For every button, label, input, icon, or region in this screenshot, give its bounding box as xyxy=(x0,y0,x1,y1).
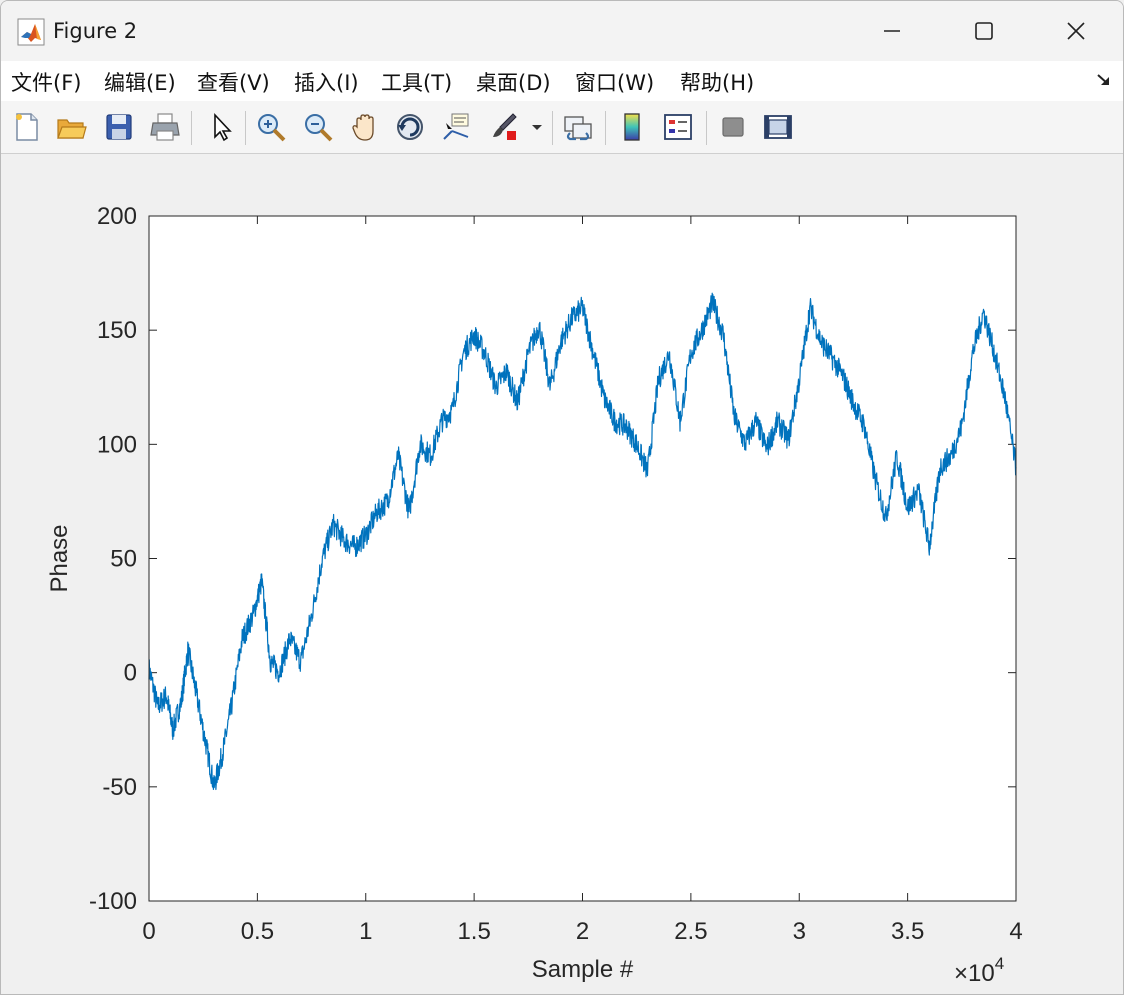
menu-insert[interactable]: 插入(I) xyxy=(294,67,359,97)
insert-legend-button[interactable] xyxy=(660,109,696,145)
print-icon xyxy=(150,113,180,141)
link-plot-button[interactable] xyxy=(560,109,596,145)
exponent-base: ×10 xyxy=(954,960,995,987)
dock-arrow-icon[interactable] xyxy=(1095,71,1113,89)
figure-toolbar xyxy=(1,101,1123,154)
x-tick-label: 0 xyxy=(142,918,155,945)
menu-file[interactable]: 文件(F) xyxy=(11,67,81,97)
x-tick-label: 2.5 xyxy=(674,918,707,945)
title-bar[interactable]: Figure 2 xyxy=(1,1,1123,61)
maximize-button[interactable] xyxy=(938,1,1030,61)
menu-view[interactable]: 查看(V) xyxy=(197,67,270,97)
brush-dropdown-button[interactable] xyxy=(527,109,547,145)
brush-dropdown-icon xyxy=(532,125,542,130)
y-tick-label: 50 xyxy=(110,546,137,573)
y-tick-label: -50 xyxy=(102,774,137,801)
pan-hand-icon xyxy=(352,114,374,141)
data-cursor-icon xyxy=(443,113,469,140)
show-plot-tools-icon xyxy=(764,115,792,139)
toolbar-separator xyxy=(191,111,192,145)
menu-bar: 文件(F) 编辑(E) 查看(V) 插入(I) 工具(T) 桌面(D) 窗口(W… xyxy=(1,61,1123,102)
line-chart[interactable]: 0 0.5 1 1.5 2 2.5 3 3.5 4 -100 -50 0 50 100 150 200 Sam… xyxy=(1,154,1123,994)
axes-background[interactable] xyxy=(149,216,1016,901)
exponent-power: 4 xyxy=(995,954,1004,973)
edit-plot-button[interactable] xyxy=(203,109,239,145)
show-plot-tools-button[interactable] xyxy=(760,109,796,145)
open-folder-icon xyxy=(57,119,87,139)
zoom-out-icon xyxy=(305,114,333,142)
x-tick-label: 1.5 xyxy=(457,918,490,945)
y-tick-label: 100 xyxy=(97,431,137,458)
link-plot-icon xyxy=(564,116,592,141)
window-title: Figure 2 xyxy=(53,19,138,43)
zoom-in-button[interactable] xyxy=(253,109,289,145)
toolbar-separator xyxy=(245,111,246,145)
x-tick-label: 4 xyxy=(1009,918,1022,945)
y-tick-label: 200 xyxy=(97,203,137,230)
menu-tools[interactable]: 工具(T) xyxy=(381,67,452,97)
zoom-in-icon xyxy=(258,114,286,142)
x-tick-label: 2 xyxy=(576,918,589,945)
hide-plot-tools-icon xyxy=(722,117,744,137)
rotate-3d-icon xyxy=(397,114,423,140)
pan-button[interactable] xyxy=(347,109,383,145)
figure-window: Figure 2 文件(F) 编辑(E) 查看(V) 插入(I) 工具(T) 桌… xyxy=(0,0,1124,995)
save-icon xyxy=(106,114,132,140)
legend-icon xyxy=(664,114,692,140)
menu-window[interactable]: 窗口(W) xyxy=(575,67,654,97)
x-axis-exponent-label: ×104 xyxy=(954,954,1004,987)
y-tick-label: -100 xyxy=(89,888,137,915)
y-tick-label: 0 xyxy=(124,660,137,687)
toolbar-separator xyxy=(552,111,553,145)
close-icon xyxy=(1067,22,1085,40)
zoom-out-button[interactable] xyxy=(300,109,336,145)
y-tick-label: 150 xyxy=(97,317,137,344)
new-figure-button[interactable] xyxy=(9,109,45,145)
data-cursor-button[interactable] xyxy=(438,109,474,145)
x-tick-label: 3 xyxy=(793,918,806,945)
new-figure-icon xyxy=(16,113,38,141)
open-file-button[interactable] xyxy=(53,109,89,145)
plot-area: 0 0.5 1 1.5 2 2.5 3 3.5 4 -100 -50 0 50 100 150 200 Sam… xyxy=(1,154,1123,994)
minimize-icon xyxy=(884,30,900,32)
maximize-icon xyxy=(975,22,993,40)
insert-colorbar-button[interactable] xyxy=(614,109,650,145)
menu-desktop[interactable]: 桌面(D) xyxy=(476,67,551,97)
colorbar-icon xyxy=(624,113,640,141)
rotate-3d-button[interactable] xyxy=(392,109,428,145)
toolbar-separator xyxy=(706,111,707,145)
hide-plot-tools-button[interactable] xyxy=(715,109,751,145)
toolbar-separator xyxy=(605,111,606,145)
menu-edit[interactable]: 编辑(E) xyxy=(104,67,176,97)
brush-icon xyxy=(493,113,517,140)
select-pointer-icon xyxy=(214,112,232,142)
print-button[interactable] xyxy=(147,109,183,145)
x-tick-label: 3.5 xyxy=(891,918,924,945)
x-tick-label: 1 xyxy=(359,918,372,945)
close-button[interactable] xyxy=(1030,1,1122,61)
y-axis-label: Phase xyxy=(46,524,73,592)
save-button[interactable] xyxy=(101,109,137,145)
x-axis-label: Sample # xyxy=(532,956,634,983)
minimize-button[interactable] xyxy=(846,1,938,61)
brush-button[interactable] xyxy=(485,109,521,145)
matlab-logo-icon xyxy=(17,18,45,46)
menu-help[interactable]: 帮助(H) xyxy=(680,67,754,97)
x-tick-label: 0.5 xyxy=(241,918,274,945)
